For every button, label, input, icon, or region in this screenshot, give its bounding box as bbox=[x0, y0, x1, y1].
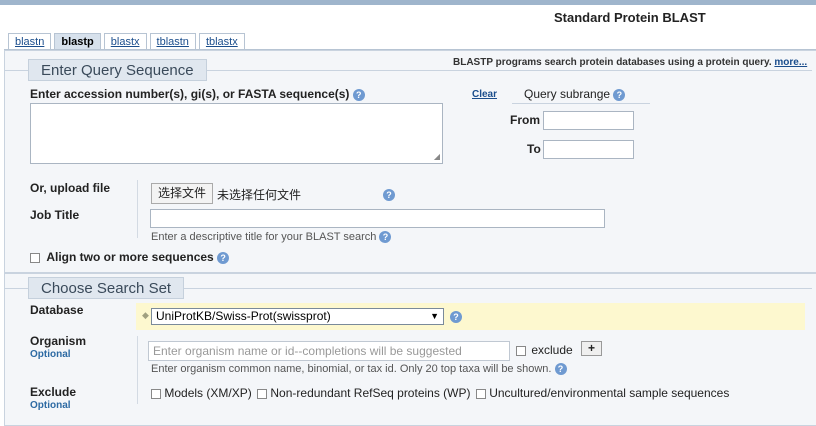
choose-file-button[interactable]: 选择文件 bbox=[151, 183, 213, 204]
help-icon[interactable]: ? bbox=[450, 311, 462, 323]
job-title-input[interactable] bbox=[150, 209, 605, 228]
job-title-hint: Enter a descriptive title for your BLAST… bbox=[151, 231, 392, 244]
search-set-section-title: Choose Search Set bbox=[28, 277, 185, 299]
help-icon[interactable]: ? bbox=[217, 251, 230, 264]
to-label: To bbox=[527, 142, 541, 156]
tab-blastp[interactable]: blastp bbox=[54, 33, 101, 50]
exclude-organism-row: exclude bbox=[516, 343, 573, 357]
more-link[interactable]: more... bbox=[774, 57, 807, 68]
exclude-label: Exclude bbox=[30, 385, 77, 399]
query-section-title: Enter Query Sequence bbox=[28, 59, 207, 81]
exclude-organism-checkbox[interactable] bbox=[516, 345, 526, 356]
accession-label-text: Enter accession number(s), gi(s), or FAS… bbox=[30, 87, 350, 101]
tab-blastn[interactable]: blastn bbox=[8, 33, 52, 50]
database-selected-value: UniProtKB/Swiss-Prot(swissprot) bbox=[156, 309, 331, 323]
exclude-organism-label: exclude bbox=[531, 343, 573, 357]
organism-hint-text: Enter organism common name, binomial, or… bbox=[151, 363, 552, 375]
database-select[interactable]: UniProtKB/Swiss-Prot(swissprot) ▼ bbox=[151, 308, 444, 325]
field-divider bbox=[137, 336, 138, 404]
exclude-models-label: Models (XM/XP) bbox=[164, 386, 252, 400]
help-icon[interactable]: ? bbox=[352, 88, 365, 101]
tab-tblastn[interactable]: tblastn bbox=[149, 33, 196, 50]
exclude-options-row: Models (XM/XP) Non-redundant RefSeq prot… bbox=[151, 386, 729, 400]
job-title-hint-text: Enter a descriptive title for your BLAST… bbox=[151, 231, 377, 243]
program-description: BLASTP programs search protein databases… bbox=[453, 57, 807, 68]
help-icon[interactable]: ? bbox=[613, 88, 626, 101]
organism-input[interactable]: Enter organism name or id--completions w… bbox=[148, 341, 510, 361]
tab-blastx[interactable]: blastx bbox=[103, 33, 147, 50]
file-status: 未选择任何文件 bbox=[217, 188, 302, 202]
organism-optional: Optional bbox=[30, 349, 71, 360]
upload-label: Or, upload file bbox=[30, 181, 111, 195]
align-sequences-label: Align two or more sequences bbox=[46, 250, 214, 264]
accession-label: Enter accession number(s), gi(s), or FAS… bbox=[30, 87, 365, 101]
program-description-text: BLASTP programs search protein databases… bbox=[453, 57, 772, 68]
tab-tblastx[interactable]: tblastx bbox=[198, 33, 245, 50]
organism-label: Organism bbox=[30, 334, 87, 348]
subrange-to-input[interactable] bbox=[543, 140, 634, 159]
field-divider bbox=[137, 180, 138, 238]
database-label: Database bbox=[30, 303, 84, 317]
required-marker-icon: ◆ bbox=[142, 310, 149, 320]
exclude-uncultured-label: Uncultured/environmental sample sequence… bbox=[489, 386, 730, 400]
align-sequences-row: Align two or more sequences ? bbox=[30, 250, 230, 264]
organism-hint: Enter organism common name, binomial, or… bbox=[151, 363, 567, 376]
subrange-from-input[interactable] bbox=[543, 111, 634, 130]
help-icon[interactable]: ? bbox=[554, 363, 567, 376]
exclude-refseq-wp-checkbox[interactable] bbox=[257, 388, 268, 399]
add-organism-button[interactable]: + bbox=[581, 341, 602, 356]
resize-grip-icon[interactable]: ◢ bbox=[434, 153, 440, 161]
query-subrange-label: Query subrange bbox=[524, 87, 611, 101]
exclude-refseq-wp-label: Non-redundant RefSeq proteins (WP) bbox=[270, 386, 471, 400]
clear-link[interactable]: Clear bbox=[472, 89, 497, 100]
top-bar bbox=[0, 0, 816, 5]
chevron-down-icon[interactable]: ▼ bbox=[430, 309, 439, 324]
query-subrange-header: Query subrange ? bbox=[512, 86, 650, 104]
exclude-optional: Optional bbox=[30, 400, 71, 411]
align-sequences-checkbox[interactable] bbox=[30, 252, 40, 263]
job-title-label: Job Title bbox=[30, 208, 80, 222]
help-icon[interactable]: ? bbox=[379, 231, 392, 244]
page-title: Standard Protein BLAST bbox=[554, 10, 706, 25]
exclude-models-checkbox[interactable] bbox=[151, 388, 161, 399]
program-tabs: blastn blastp blastx tblastn tblastx bbox=[8, 33, 248, 50]
exclude-uncultured-checkbox[interactable] bbox=[475, 388, 486, 399]
from-label: From bbox=[510, 113, 540, 127]
help-icon[interactable]: ? bbox=[383, 189, 395, 201]
query-sequence-textarea[interactable]: ◢ bbox=[30, 103, 443, 164]
